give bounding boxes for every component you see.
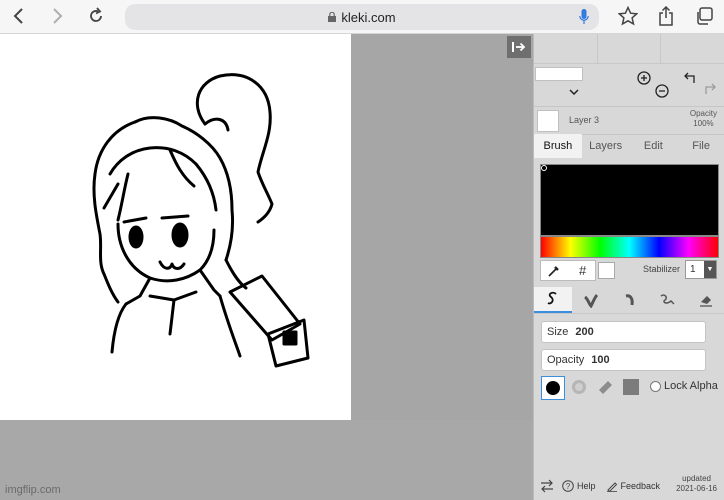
bookmark-button[interactable] [615, 3, 641, 29]
brush-smudge[interactable] [649, 287, 687, 313]
tab-layers[interactable]: Layers [582, 134, 630, 158]
feedback-icon[interactable] [606, 480, 618, 492]
zoom-in-icon[interactable] [637, 71, 651, 85]
star-icon [618, 6, 638, 26]
zoom-out-icon[interactable] [655, 84, 669, 98]
layer-name: Layer 3 [569, 115, 600, 125]
pen-brush-icon [547, 291, 557, 305]
sketchy-brush-icon [625, 294, 634, 306]
tab-edit[interactable]: Edit [630, 134, 678, 158]
lock-alpha-checkbox[interactable] [650, 380, 661, 392]
history-controls [680, 66, 724, 102]
url-text: kleki.com [341, 9, 396, 25]
smudge-brush-icon [660, 294, 675, 305]
panel-top-cells [534, 34, 724, 64]
layer-preview-box [535, 67, 583, 81]
collapse-panel-button[interactable] [507, 36, 531, 58]
address-bar[interactable]: kleki.com [125, 4, 599, 30]
redo-icon[interactable] [702, 82, 716, 96]
size-label: Size [547, 326, 569, 338]
shape-chisel[interactable] [594, 376, 616, 398]
chisel-icon [599, 381, 612, 394]
updated-date: 2021-06-16 [676, 484, 717, 493]
color-saturation-picker[interactable] [540, 164, 719, 236]
character-sketch [92, 73, 310, 368]
stabilizer-value: 1 [690, 264, 696, 275]
picker-cursor [541, 165, 547, 171]
brush-pen[interactable] [534, 287, 573, 313]
hex-label: # [579, 263, 587, 278]
svg-text:?: ? [566, 482, 571, 491]
hue-slider[interactable] [540, 236, 719, 258]
share-button[interactable] [653, 3, 679, 29]
canvas-margin-right [351, 34, 533, 420]
tabs-button[interactable] [691, 3, 717, 29]
updated-label: updated [682, 474, 711, 483]
help-icon[interactable]: ? [562, 480, 574, 492]
lock-alpha-label: Lock Alpha [664, 380, 718, 392]
blend-brush-icon [584, 293, 599, 308]
back-icon [13, 8, 23, 24]
reload-button[interactable] [83, 3, 109, 29]
forward-icon [53, 8, 63, 24]
eraser-icon [699, 296, 712, 307]
lock-alpha-toggle[interactable]: Lock Alpha [650, 380, 718, 392]
chevron-down-icon: ▼ [704, 261, 716, 278]
tab-brush[interactable]: Brush [534, 134, 582, 158]
feedback-link[interactable]: Feedback [621, 481, 661, 491]
panel-tabs: Brush Layers Edit File [534, 134, 724, 158]
collapse-icon [512, 42, 526, 52]
chevron-down-icon[interactable] [569, 89, 579, 95]
layer-opacity-label: Opacity [689, 109, 717, 118]
forward-button[interactable] [44, 3, 70, 29]
swap-icon[interactable] [540, 479, 554, 493]
update-info: updated 2021-06-16 [676, 474, 717, 494]
color-tools-row: # Stabilizer 1 ▼ [540, 260, 720, 281]
share-icon [659, 6, 673, 26]
tab-file[interactable]: File [677, 134, 724, 158]
size-slider[interactable]: Size 200 [541, 321, 706, 343]
canvas-workarea[interactable] [0, 34, 533, 500]
shape-square[interactable] [620, 376, 642, 398]
brush-blend[interactable] [572, 287, 610, 313]
opacity-slider[interactable]: Opacity 100 [541, 349, 706, 371]
layer-thumbnail [537, 110, 559, 132]
layer-opacity-value: 100% [693, 119, 714, 128]
stabilizer-select[interactable]: 1 ▼ [685, 260, 717, 279]
soft-circle-icon [572, 380, 586, 394]
eyedropper-hex-button[interactable]: # [540, 260, 596, 281]
size-value: 200 [575, 326, 594, 338]
mic-icon[interactable] [579, 9, 589, 25]
hard-circle-icon [546, 381, 560, 395]
browser-toolbar: kleki.com [0, 0, 724, 34]
stabilizer-label: Stabilizer [643, 264, 681, 274]
shape-round-hard[interactable] [541, 376, 565, 400]
undo-icon[interactable] [684, 71, 698, 85]
layer-row[interactable]: Layer 3 Opacity 100% [534, 106, 724, 135]
canvas-margin-bottom [0, 420, 533, 500]
tool-panel: Layer 3 Opacity 100% Brush Layers Edit F… [533, 34, 724, 500]
shape-round-soft[interactable] [568, 376, 590, 398]
tabs-icon [697, 7, 713, 25]
zoom-controls [629, 66, 674, 102]
square-icon [623, 379, 639, 395]
layer-opacity: Opacity 100% [690, 109, 717, 129]
brush-sketchy[interactable] [610, 287, 648, 313]
brush-eraser[interactable] [687, 287, 724, 313]
opacity-slider-label: Opacity [547, 354, 585, 366]
eyedropper-icon [548, 265, 559, 277]
brush-type-tabs [534, 287, 724, 314]
drawing-canvas[interactable] [0, 34, 351, 420]
help-link[interactable]: Help [577, 481, 596, 491]
back-button[interactable] [6, 3, 32, 29]
secondary-color-swatch[interactable] [598, 262, 615, 279]
lock-icon [328, 12, 337, 22]
watermark: imgflip.com [5, 484, 61, 496]
reload-icon [90, 7, 102, 22]
opacity-slider-value: 100 [591, 354, 610, 366]
